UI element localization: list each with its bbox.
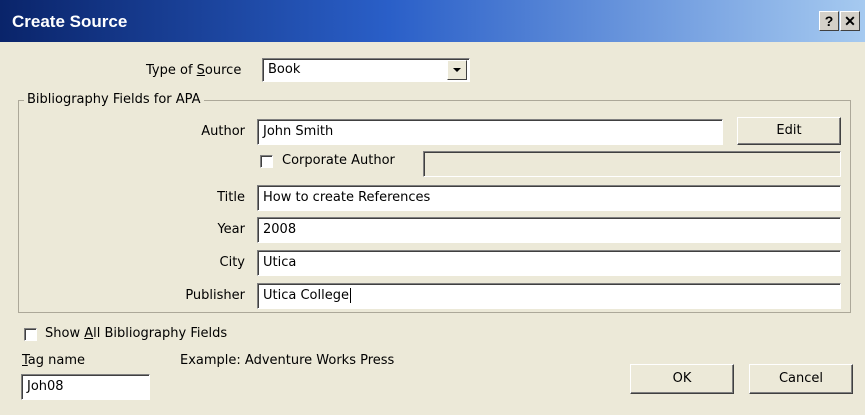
publisher-value: Utica College — [263, 288, 349, 303]
type-of-source-label-part: Type of — [146, 63, 197, 78]
author-label: Author — [201, 124, 245, 139]
corporate-author-label: Corporate Author — [282, 153, 395, 168]
ok-button[interactable]: OK — [630, 364, 734, 394]
window-title: Create Source — [12, 12, 128, 31]
tag-name-field[interactable]: Joh08 — [21, 374, 150, 400]
corporate-author-field[interactable] — [423, 151, 841, 177]
example-text: Example: Adventure Works Press — [180, 353, 395, 368]
help-button[interactable]: ? — [819, 11, 839, 31]
tag-name-label-rest: ag name — [27, 353, 86, 368]
type-of-source-label-accel: S — [196, 63, 205, 78]
city-field[interactable]: Utica — [257, 250, 841, 276]
year-field[interactable]: 2008 — [257, 217, 841, 243]
publisher-field[interactable]: Utica College — [257, 283, 841, 309]
bibliography-fields-group-label: Bibliography Fields for APA — [24, 92, 204, 107]
show-all-fields-label: Show All Bibliography Fields — [45, 326, 227, 341]
close-button[interactable]: ✕ — [840, 11, 860, 31]
publisher-label: Publisher — [185, 288, 245, 303]
tag-name-label: Tag name — [22, 353, 85, 368]
show-all-label-part: Show — [45, 326, 85, 341]
cancel-button[interactable]: Cancel — [749, 364, 853, 394]
type-of-source-label: Type of Source — [146, 63, 241, 78]
title-bar: Create Source ? ✕ — [0, 0, 865, 42]
year-label: Year — [217, 222, 245, 237]
type-of-source-label-rest: ource — [204, 63, 242, 78]
chevron-down-icon[interactable] — [447, 60, 467, 80]
corporate-author-checkbox[interactable] — [260, 155, 273, 168]
show-all-label-accel: A — [84, 326, 94, 341]
show-all-label-rest: ll Bibliography Fields — [93, 326, 228, 341]
type-of-source-value: Book — [268, 62, 301, 77]
title-field[interactable]: How to create References — [257, 185, 841, 211]
show-all-fields-checkbox[interactable] — [24, 328, 37, 341]
edit-author-button[interactable]: Edit — [737, 117, 841, 145]
text-caret — [349, 288, 351, 303]
city-label: City — [219, 255, 245, 270]
author-field[interactable]: John Smith — [257, 119, 723, 145]
title-label: Title — [217, 190, 245, 205]
type-of-source-select[interactable]: Book — [262, 58, 470, 82]
